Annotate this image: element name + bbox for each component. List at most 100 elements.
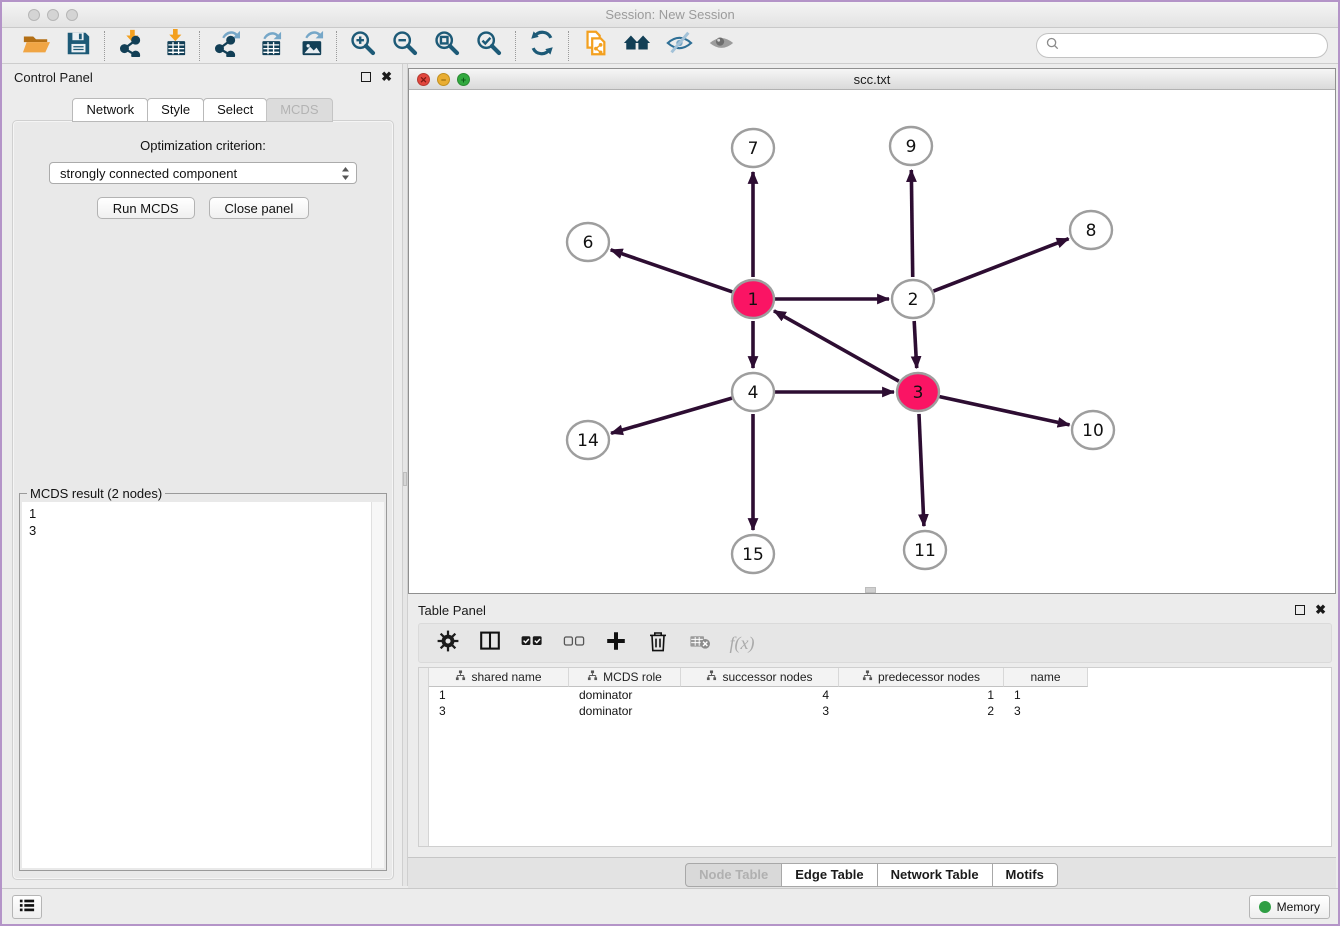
node-6[interactable]: 6 [567, 223, 609, 261]
table-cell[interactable]: 3 [1004, 704, 1088, 718]
add-column-button[interactable] [603, 630, 629, 656]
float-table-panel-icon[interactable] [1295, 605, 1305, 615]
tab-style[interactable]: Style [147, 98, 204, 122]
save-session-button[interactable] [63, 31, 93, 61]
tab-network-table[interactable]: Network Table [877, 863, 993, 887]
edge-3-11[interactable] [919, 414, 924, 526]
node-11[interactable]: 11 [904, 531, 946, 569]
node-4[interactable]: 4 [732, 373, 774, 411]
table-panel-title: Table Panel [418, 603, 1295, 618]
edge-4-14[interactable] [611, 398, 732, 433]
node-7[interactable]: 7 [732, 129, 774, 167]
run-mcds-button[interactable]: Run MCDS [97, 197, 195, 219]
splitter-grip[interactable] [403, 472, 407, 486]
network-from-selection-button[interactable] [580, 31, 610, 61]
column-header-label: shared name [471, 670, 541, 684]
node-9[interactable]: 9 [890, 127, 932, 165]
close-panel-icon[interactable]: ✖ [381, 72, 392, 82]
result-scrollbar[interactable] [371, 502, 384, 868]
chevron-updown-icon [341, 166, 350, 184]
node-table: shared name MCDS rolesuccessor nodesprede… [418, 667, 1332, 847]
gear-button[interactable] [435, 630, 461, 656]
edge-3-1[interactable] [774, 311, 899, 381]
export-table-button[interactable] [253, 31, 283, 61]
delete-column-button[interactable] [645, 630, 671, 656]
deselect-all-button[interactable] [561, 630, 587, 656]
canvas-resize-handle[interactable] [865, 587, 876, 593]
node-15[interactable]: 15 [732, 535, 774, 573]
node-label: 2 [908, 290, 919, 310]
sort-hierarchy-icon [706, 670, 717, 684]
table-cell[interactable]: 1 [1004, 688, 1088, 702]
table-cell[interactable]: 1 [839, 688, 1004, 702]
zoom-fit-button[interactable] [432, 31, 462, 61]
node-8[interactable]: 8 [1070, 211, 1112, 249]
mcds-result-lines: 13 [22, 502, 384, 539]
search-box [1036, 33, 1328, 58]
table-cell[interactable]: 2 [839, 704, 1004, 718]
refresh-button[interactable] [527, 31, 557, 61]
export-network-icon [212, 29, 240, 62]
mcds-result-box: MCDS result (2 nodes) 13 [19, 493, 387, 871]
column-header-mcds-role[interactable]: MCDS role [569, 668, 681, 687]
float-panel-icon[interactable] [361, 72, 371, 82]
column-header-shared-name[interactable]: shared name [429, 668, 569, 687]
optimization-criterion-label: Optimization criterion: [13, 138, 393, 153]
table-cell[interactable]: 3 [429, 704, 569, 718]
table-cell[interactable]: 1 [429, 688, 569, 702]
import-table-button[interactable] [158, 31, 188, 61]
node-label: 7 [748, 139, 759, 159]
table-cell[interactable]: 3 [681, 704, 839, 718]
table-row[interactable]: 1dominator411 [429, 687, 1331, 703]
table-cell[interactable]: dominator [569, 688, 681, 702]
edge-2-8[interactable] [934, 239, 1069, 291]
zoom-selected-button[interactable] [474, 31, 504, 61]
edge-2-3[interactable] [914, 321, 917, 368]
column-header-name[interactable]: name [1004, 668, 1088, 687]
memory-button[interactable]: Memory [1249, 895, 1330, 919]
home-layout-button[interactable] [622, 31, 652, 61]
show-all-button[interactable] [706, 31, 736, 61]
node-3[interactable]: 3 [897, 373, 939, 411]
close-panel-button[interactable]: Close panel [209, 197, 310, 219]
columns-button[interactable] [477, 630, 503, 656]
column-header-successor-nodes[interactable]: successor nodes [681, 668, 839, 687]
table-row[interactable]: 3dominator323 [429, 703, 1331, 719]
tab-motifs[interactable]: Motifs [992, 863, 1058, 887]
table-panel: Table Panel ✖ f(x) shared nameMCDS roles… [408, 597, 1336, 892]
tab-edge-table[interactable]: Edge Table [781, 863, 877, 887]
export-image-button[interactable] [295, 31, 325, 61]
tab-network[interactable]: Network [72, 98, 148, 122]
column-header-label: name [1030, 670, 1060, 684]
node-10[interactable]: 10 [1072, 411, 1114, 449]
zoom-in-button[interactable] [348, 31, 378, 61]
tab-mcds[interactable]: MCDS [266, 98, 332, 122]
select-all-button[interactable] [519, 630, 545, 656]
task-history-button[interactable] [12, 895, 42, 919]
edge-1-6[interactable] [611, 250, 733, 292]
zoom-out-button[interactable] [390, 31, 420, 61]
node-label: 1 [748, 290, 759, 310]
open-file-button[interactable] [21, 31, 51, 61]
table-cell[interactable]: 4 [681, 688, 839, 702]
tab-node-table[interactable]: Node Table [685, 863, 782, 887]
edge-3-10[interactable] [939, 397, 1069, 425]
mcds-result-area: 13 [22, 502, 384, 868]
network-canvas[interactable]: 7 9 6 8 1 2 4 3 14 10 15 11 [409, 90, 1335, 593]
search-input[interactable] [1064, 36, 1327, 56]
edge-2-9[interactable] [911, 170, 912, 277]
table-cell[interactable]: dominator [569, 704, 681, 718]
optimization-criterion-select[interactable]: strongly connected component [49, 162, 357, 184]
export-network-button[interactable] [211, 31, 241, 61]
search-icon [1046, 37, 1059, 55]
delete-column-icon [646, 629, 670, 658]
hide-selected-button[interactable] [664, 31, 694, 61]
node-14[interactable]: 14 [567, 421, 609, 459]
column-header-predecessor-nodes[interactable]: predecessor nodes [839, 668, 1004, 687]
node-1[interactable]: 1 [732, 280, 774, 318]
close-table-panel-icon[interactable]: ✖ [1315, 605, 1326, 615]
tab-select[interactable]: Select [203, 98, 267, 122]
import-network-button[interactable] [116, 31, 146, 61]
mcds-result-node: 3 [29, 522, 384, 539]
node-2[interactable]: 2 [892, 280, 934, 318]
